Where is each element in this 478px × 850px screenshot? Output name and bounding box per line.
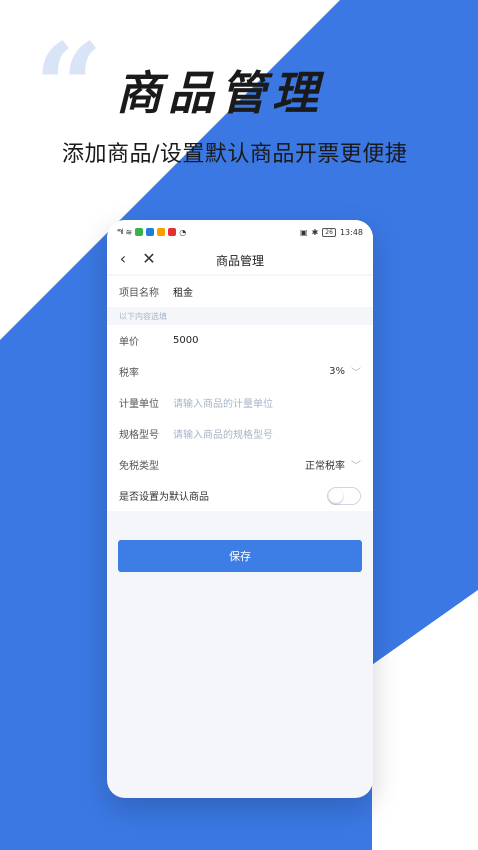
project-name-field[interactable]: 租金 [173,284,193,299]
quote-mark-icon: “ [34,17,104,158]
tax-rate-row[interactable]: 税率 3% ﹀ [107,356,373,387]
hero-subtitle: 添加商品/设置默认商品开票更便捷 [62,142,408,167]
app-notification-icon [135,228,144,236]
default-product-row: 是否设置为默认商品 [107,480,373,511]
default-product-label: 是否设置为默认商品 [119,492,209,503]
phone-mockup: ⁴⁶ıl ≋ ◔ ▣ ✱ 26 13:48 ‹ ✕ 商品管理 项目名称 租金 以… [107,220,373,798]
default-product-toggle-wrap [327,486,361,505]
chevron-down-icon: ﹀ [351,368,361,379]
wifi-icon: ≋ [125,227,133,237]
status-bar: ⁴⁶ıl ≋ ◔ ▣ ✱ 26 13:48 [107,220,373,244]
unit-price-row[interactable]: 单价 5000 [107,325,373,356]
save-button[interactable]: 保存 [118,540,362,572]
exemption-type-select[interactable]: 正常税率 ﹀ [305,457,361,472]
unit-price-field[interactable]: 5000 [173,335,198,346]
exemption-type-row[interactable]: 免税类型 正常税率 ﹀ [107,449,373,480]
bluetooth-icon: ✱ [311,227,319,237]
status-left: ⁴⁶ıl ≋ ◔ [117,228,186,237]
status-right: ▣ ✱ 26 13:48 [300,227,363,237]
measure-unit-row[interactable]: 计量单位 请输入商品的计量单位 [107,387,373,418]
measure-unit-input[interactable]: 请输入商品的计量单位 [173,395,273,410]
signal-icon: ⁴⁶ıl [117,228,123,236]
chat-icon: ◔ [179,227,187,237]
clock-text: 13:48 [339,227,363,237]
exemption-type-value: 正常税率 [305,461,345,472]
app-notification-icon [168,228,177,236]
nfc-icon: ▣ [300,227,308,237]
measure-unit-label: 计量单位 [119,399,159,410]
default-product-toggle[interactable] [327,486,361,505]
battery-icon: 26 [322,227,336,237]
tax-rate-select[interactable]: 3% ﹀ [329,364,361,379]
optional-section-hint: 以下内容选填 [119,311,167,321]
tax-rate-value: 3% [329,366,345,377]
app-notification-icon [157,228,166,236]
exemption-type-label: 免税类型 [119,461,159,472]
hero-title: 商品管理 [116,66,324,120]
page-title: 商品管理 [215,254,264,268]
chevron-down-icon: ﹀ [351,461,361,472]
spec-model-label: 规格型号 [119,430,159,441]
spec-model-row[interactable]: 规格型号 请输入商品的规格型号 [107,418,373,449]
unit-price-label: 单价 [119,337,139,348]
toggle-knob [329,488,343,503]
project-name-row[interactable]: 项目名称 租金 [107,276,373,307]
app-notification-icon [146,228,155,236]
spec-model-input[interactable]: 请输入商品的规格型号 [173,426,273,441]
nav-bar: ‹ ✕ 商品管理 [107,244,373,274]
project-name-label: 项目名称 [119,288,159,299]
tax-rate-label: 税率 [119,368,139,379]
